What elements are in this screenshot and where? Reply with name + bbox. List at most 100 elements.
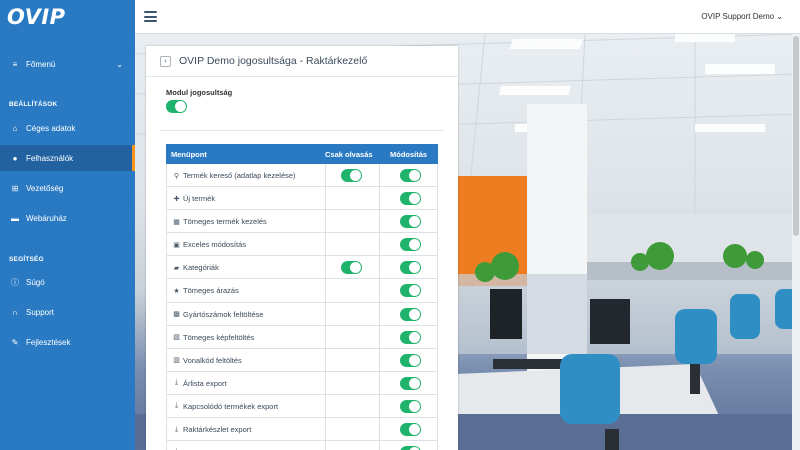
- modify-toggle[interactable]: [400, 399, 421, 415]
- divider: [325, 441, 326, 450]
- menu-item-label: Kapcsolódó termékek export: [183, 401, 279, 411]
- modify-toggle[interactable]: [400, 330, 421, 346]
- modify-toggle[interactable]: [400, 261, 421, 276]
- table-row: ⤓ Kapcsolódó termékek export: [166, 394, 438, 419]
- image-icon: ▧: [173, 334, 180, 342]
- sidebar-item-label: Felhasználók: [26, 153, 74, 163]
- table-row: ▣ Exceles módosítás: [166, 233, 438, 257]
- sidebar-item-company-data[interactable]: ⌂ Céges adatok: [0, 115, 135, 141]
- page-scrollbar[interactable]: [792, 34, 800, 450]
- sidebar-item-management[interactable]: ⊞ Vezetőség: [0, 175, 135, 201]
- user-name: OVIP Support Demo: [701, 12, 775, 21]
- sitemap-icon: ⊞: [11, 183, 19, 193]
- modify-toggle[interactable]: [400, 353, 421, 369]
- column-header-menu-item: Menüpont: [171, 150, 207, 159]
- modify-toggle[interactable]: [400, 215, 421, 230]
- sidebar-item-label: Főmenü: [26, 59, 56, 69]
- divider: [325, 210, 326, 233]
- sidebar-item-support[interactable]: ∩ Support: [0, 299, 135, 325]
- divider: [379, 256, 380, 279]
- table-row: ⤓ Raktárkészlet export: [166, 418, 438, 442]
- read-only-toggle[interactable]: [341, 261, 362, 276]
- sidebar-item-label: Fejlesztések: [26, 337, 71, 347]
- modify-toggle[interactable]: [400, 238, 421, 253]
- chevron-down-icon: ⌄: [116, 59, 123, 69]
- divider: [379, 302, 380, 325]
- info-icon: ⓘ: [11, 277, 19, 287]
- menu-item-name: ⚲ Termék kereső (adatlap kezelése): [172, 171, 296, 180]
- menu-item-label: Árlista export: [183, 378, 227, 388]
- menu-item-name: ▦ Tömeges termék kezelés: [172, 217, 267, 226]
- barcode-icon: ▥: [173, 357, 180, 365]
- modify-toggle[interactable]: [400, 192, 421, 207]
- divider: [325, 394, 326, 418]
- module-permission-toggle[interactable]: [166, 100, 187, 115]
- menu-item-name: ⤓ Árlista export: [172, 379, 227, 388]
- sidebar-item-webshop[interactable]: ▬ Webáruház: [0, 205, 135, 231]
- divider: [379, 233, 380, 256]
- divider: [325, 418, 326, 441]
- divider: [379, 164, 380, 187]
- divider: [325, 325, 326, 348]
- modify-toggle[interactable]: [400, 169, 421, 184]
- folder-icon: ▰: [173, 264, 180, 272]
- divider: [325, 371, 326, 394]
- read-only-toggle[interactable]: [341, 169, 362, 184]
- menu-item-label: Exceles módosítás: [183, 240, 246, 250]
- page-title: OVIP Demo jogosultsága - Raktárkezelő: [179, 55, 368, 67]
- sidebar-item-label: Webáruház: [26, 213, 67, 223]
- divider: [325, 233, 326, 256]
- divider: [325, 348, 326, 371]
- back-button[interactable]: ‹: [160, 55, 171, 67]
- divider: [379, 210, 380, 233]
- table-row: ✚ Új termék: [166, 187, 438, 211]
- menu-item-label: Tömeges termék kezelés: [183, 217, 267, 227]
- menu-item-name: ✚ Új termék: [172, 194, 216, 203]
- download-icon: ⤓: [174, 402, 179, 410]
- sidebar-item-users[interactable]: ● Felhasználók: [0, 145, 135, 171]
- table-row: ★ Tömeges árazás: [166, 279, 438, 303]
- table-row: ⚲ Termék kereső (adatlap kezelése): [166, 164, 438, 188]
- user-menu[interactable]: OVIP Support Demo ⌄: [701, 12, 783, 21]
- menu-item-name: ⤓ Raktárkészlet export: [172, 425, 251, 434]
- hamburger-menu-icon[interactable]: [144, 11, 157, 22]
- modify-toggle[interactable]: [400, 284, 421, 299]
- sidebar-item-label: Céges adatok: [26, 123, 76, 133]
- star-icon: ★: [173, 287, 180, 295]
- grid-icon: ▩: [173, 311, 180, 319]
- divider: [379, 325, 380, 348]
- sidebar-item-main-menu[interactable]: ≡ Főmenü ⌄: [0, 51, 135, 77]
- menu-item-label: Termék kereső (adatlap kezelése): [183, 171, 296, 180]
- divider: [379, 394, 380, 418]
- divider: [325, 187, 326, 210]
- menu-item-name: ⤓ Kapcsolódó termékek export: [172, 402, 278, 411]
- divider: [379, 348, 380, 371]
- table-row: ▧ Tömeges képfeltöltés: [166, 325, 438, 349]
- sidebar-item-label: Súgó: [26, 277, 45, 287]
- divider: [379, 279, 380, 302]
- divider: [325, 256, 326, 279]
- headset-icon: ∩: [12, 307, 18, 317]
- topbar: OVIP Support Demo ⌄: [135, 0, 800, 34]
- menu-bars-icon: ≡: [12, 59, 18, 69]
- modify-toggle[interactable]: [400, 376, 421, 392]
- menu-item-name: ▰ Kategóriák: [172, 263, 219, 272]
- table-header: Menüpont Csak olvasás Módosítás: [166, 144, 438, 164]
- modify-toggle[interactable]: [400, 446, 421, 450]
- permissions-card: ‹ OVIP Demo jogosultsága - Raktárkezelő …: [146, 46, 458, 450]
- divider: [379, 418, 380, 441]
- plus-icon: ✚: [173, 195, 180, 203]
- divider: [325, 164, 326, 187]
- modify-toggle[interactable]: [400, 423, 421, 438]
- table-row: ▦ Tömeges termék kezelés: [166, 210, 438, 234]
- chevron-down-icon: ⌄: [776, 12, 783, 21]
- table-row: ⤓: [166, 441, 438, 450]
- column-header-read-only: Csak olvasás: [325, 150, 373, 159]
- excel-icon: ▣: [173, 241, 180, 249]
- divider: [379, 371, 380, 394]
- sidebar-item-developments[interactable]: ✎ Fejlesztések: [0, 329, 135, 355]
- logo[interactable]: OVIP: [0, 0, 135, 34]
- sidebar-item-help[interactable]: ⓘ Súgó: [0, 269, 135, 295]
- table-icon: ▦: [173, 218, 180, 226]
- modify-toggle[interactable]: [400, 307, 421, 323]
